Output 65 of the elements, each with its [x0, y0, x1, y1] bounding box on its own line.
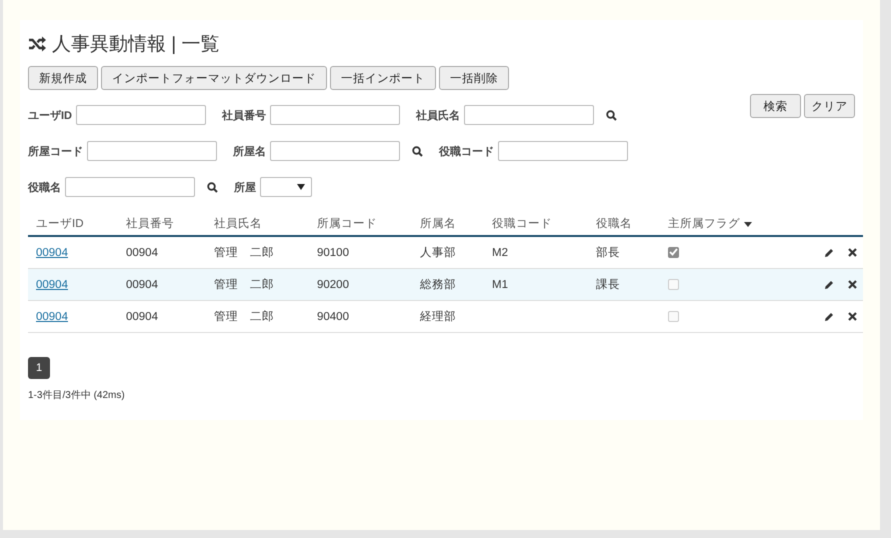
table-cell: 管理 二郎 — [214, 311, 274, 323]
action-button[interactable]: 新規作成 — [28, 66, 98, 90]
field-label: ユーザID — [28, 108, 72, 122]
user-id-link[interactable]: 00904 — [36, 246, 68, 258]
result-count: 1-3件目/3件中 (42ms) — [28, 388, 126, 402]
action-button[interactable]: 一括インポート — [330, 66, 436, 90]
column-header[interactable]: 役職コード — [492, 218, 552, 230]
table-cell: 00904 — [126, 278, 158, 290]
shuffle-icon — [28, 36, 46, 52]
table-cell: 管理 二郎 — [214, 247, 274, 259]
field-label: 所屋 — [234, 180, 256, 194]
input-field[interactable] — [76, 105, 206, 125]
input-field[interactable] — [87, 141, 217, 161]
table-cell: 90200 — [317, 278, 349, 290]
table-cell: 経理部 — [420, 311, 456, 323]
field-label: 役職名 — [28, 180, 61, 194]
delete-icon[interactable] — [848, 248, 857, 256]
column-header[interactable]: 役職名 — [596, 218, 632, 230]
column-header[interactable]: 所属コード — [317, 218, 377, 230]
column-header[interactable]: 所属名 — [420, 218, 456, 230]
dropdown[interactable] — [260, 177, 312, 197]
input-field[interactable] — [65, 177, 195, 197]
table-cell: 人事部 — [420, 247, 456, 259]
field-label: 所屋名 — [233, 144, 266, 158]
table-cell: M2 — [492, 246, 508, 258]
user-id-link[interactable]: 00904 — [36, 310, 68, 322]
column-header[interactable]: 社員番号 — [126, 218, 174, 230]
sort-caret-icon[interactable] — [744, 222, 752, 226]
page-button[interactable]: 1 — [28, 357, 50, 379]
page-title: 人事異動情報 | 一覧 — [52, 33, 220, 57]
highlighted-row[interactable]: 00904 00904 管理 二郎 90200 総務部 M1 課長 — [28, 268, 863, 300]
table-cell: 00904 — [126, 310, 158, 322]
table-cell: 課長 — [596, 279, 620, 291]
caret-icon — [297, 184, 305, 190]
table-cell: M1 — [492, 278, 508, 290]
table-cell: 90400 — [317, 310, 349, 322]
search-icon[interactable] — [606, 110, 617, 120]
column-header[interactable]: 主所属フラグ — [668, 218, 740, 230]
input-field[interactable] — [270, 141, 400, 161]
table-cell: 総務部 — [420, 279, 456, 291]
action-button[interactable]: インポートフォーマットダウンロード — [101, 66, 327, 90]
field-label: 所屋コード — [28, 144, 83, 158]
pencil-icon[interactable] — [824, 248, 834, 258]
search-button[interactable]: クリア — [804, 94, 855, 118]
pencil-icon[interactable] — [824, 280, 834, 290]
table-cell: 部長 — [596, 247, 620, 259]
field-label: 社員番号 — [222, 108, 266, 122]
action-button[interactable]: 一括削除 — [439, 66, 509, 90]
input-field[interactable] — [464, 105, 594, 125]
table-cell: 管理 二郎 — [214, 279, 274, 291]
input-field[interactable] — [270, 105, 400, 125]
user-id-link[interactable]: 00904 — [36, 278, 68, 290]
field-label: 役職コード — [439, 144, 494, 158]
pencil-icon[interactable] — [824, 312, 834, 322]
search-icon[interactable] — [207, 182, 218, 192]
delete-icon[interactable] — [848, 280, 857, 288]
field-label: 社員氏名 — [416, 108, 460, 122]
input-field[interactable] — [498, 141, 628, 161]
delete-icon[interactable] — [848, 312, 857, 320]
search-icon[interactable] — [412, 146, 423, 156]
table-cell: 00904 — [126, 246, 158, 258]
table-cell: 90100 — [317, 246, 349, 258]
search-button[interactable]: 検索 — [750, 94, 801, 118]
column-header[interactable]: 社員氏名 — [214, 218, 262, 230]
column-header[interactable]: ユーザID — [36, 218, 84, 230]
